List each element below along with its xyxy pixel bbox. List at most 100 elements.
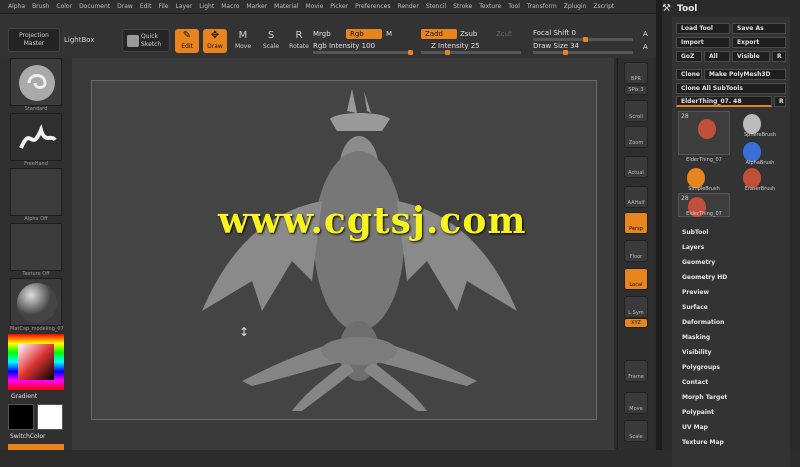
menu-item[interactable]: Layer [176, 3, 193, 10]
menu-item[interactable]: Material [274, 3, 298, 10]
subtool-count: 28 [681, 195, 689, 202]
menu-item[interactable]: Marker [246, 3, 267, 10]
tool-menu-item[interactable]: Contact [682, 379, 708, 386]
subtool-icon [698, 119, 716, 139]
left-thumb-0[interactable] [10, 58, 62, 106]
tool-menu-item[interactable]: Geometry [682, 259, 715, 266]
tool-menu-item[interactable]: Texture Map [682, 439, 724, 446]
tool-thumb-0[interactable]: 28 [678, 111, 730, 155]
tool-button-3[interactable]: Export [732, 37, 786, 48]
tool-menu-item[interactable]: Preview [682, 289, 709, 296]
projection-master-button[interactable]: Projection Master [8, 28, 60, 52]
mode-button-2[interactable]: M Move [231, 29, 255, 53]
left-thumb-3[interactable] [10, 223, 62, 271]
shelf-label: L.Sym [628, 310, 644, 316]
menu-item[interactable]: Stencil [426, 3, 446, 10]
tool-menu-item[interactable]: UV Map [682, 424, 708, 431]
rgb-button[interactable]: Rgb [346, 29, 382, 39]
subtool-count: 28 [681, 113, 689, 120]
menu-item[interactable]: Macro [221, 3, 239, 10]
color-wheel-icon[interactable] [8, 334, 64, 390]
tool-menu-item[interactable]: Surface [682, 304, 708, 311]
menu-item[interactable]: Edit [140, 3, 152, 10]
rgb-intensity-slider[interactable]: Rgb Intensity 100 [313, 42, 375, 50]
menu-item[interactable]: Preferences [355, 3, 390, 10]
quick-sketch-button[interactable]: Quick Sketch [122, 29, 170, 52]
focal-shift-slider[interactable]: Focal Shift 0 [533, 29, 576, 37]
gradient-label[interactable]: Gradient [11, 393, 37, 400]
m-button[interactable]: M [386, 30, 392, 38]
menu-item[interactable]: Document [79, 3, 110, 10]
tool-button-2[interactable]: Import [676, 37, 730, 48]
mode-label: Rotate [289, 43, 309, 50]
main-color-swatch[interactable] [8, 404, 34, 430]
left-thumb-1[interactable] [10, 113, 62, 161]
mrgb-button[interactable]: Mrgb [313, 30, 331, 38]
tool-menu-item[interactable]: Layers [682, 244, 704, 251]
menu-item[interactable]: Zplugin [564, 3, 587, 10]
menu-item[interactable]: Light [199, 3, 214, 10]
menu-item[interactable]: Tool [508, 3, 520, 10]
z-intensity-track[interactable] [421, 50, 521, 55]
document-frame[interactable] [91, 80, 597, 420]
mode-button-3[interactable]: S Scale [259, 29, 283, 53]
secondary-color-swatch[interactable] [37, 404, 63, 430]
mode-button-1[interactable]: ✥ Draw [203, 29, 227, 53]
tool-button-7[interactable]: R [772, 51, 786, 62]
clone-button[interactable]: Clone [676, 69, 702, 80]
tool-button-5[interactable]: All [704, 51, 730, 62]
clone-all-subtools-button[interactable]: Clone All SubTools [676, 83, 786, 94]
menu-item[interactable]: Brush [32, 3, 49, 10]
tool-menu-item[interactable]: Morph Target [682, 394, 727, 401]
creature-model[interactable] [92, 81, 598, 421]
tool-menu-item[interactable]: Masking [682, 334, 710, 341]
tool-thumb-label: EraserBrush [744, 186, 776, 192]
menu-item[interactable]: Picker [330, 3, 348, 10]
left-thumb-2[interactable] [10, 168, 62, 216]
menu-item[interactable]: Zscript [593, 3, 614, 10]
menu-item[interactable]: File [158, 3, 168, 10]
menu-item[interactable]: Render [397, 3, 418, 10]
draw-size-track[interactable] [533, 50, 633, 55]
tool-thumb-label: ElderThing_07 [686, 157, 722, 163]
shelf-label: Frame [628, 374, 644, 380]
tool-button-1[interactable]: Save As [732, 23, 786, 34]
left-thumb-4[interactable] [10, 278, 62, 326]
menu-item[interactable]: Movie [306, 3, 324, 10]
tool-menu-item[interactable]: Polypaint [682, 409, 714, 416]
tool-menu-item[interactable]: SubTool [682, 229, 708, 236]
tool-menu-item[interactable]: Geometry HD [682, 274, 727, 281]
zcut-button[interactable]: Zcut [496, 30, 512, 38]
zadd-button[interactable]: Zadd [421, 29, 457, 39]
tool-menu-item[interactable]: Polygroups [682, 364, 720, 371]
mode-icon: M [238, 30, 248, 41]
menu-item[interactable]: Color [56, 3, 72, 10]
tool-button-4[interactable]: GoZ [676, 51, 702, 62]
mode-button-0[interactable]: ✎ Edit [175, 29, 199, 53]
color-picker[interactable] [8, 334, 64, 390]
tool-button-0[interactable]: Load Tool [676, 23, 730, 34]
z-intensity-slider[interactable]: Z Intensity 25 [431, 42, 480, 50]
tool-menu-item[interactable]: Visibility [682, 349, 711, 356]
menu-item[interactable]: Alpha [8, 3, 25, 10]
make-polymesh-button[interactable]: Make PolyMesh3D [704, 69, 786, 80]
switch-color-button[interactable]: SwitchColor [10, 433, 46, 440]
menu-item[interactable]: Texture [479, 3, 501, 10]
menu-item[interactable]: Stroke [453, 3, 472, 10]
draw-size-slider[interactable]: Draw Size 34 [533, 42, 579, 50]
tool-menu-item[interactable]: Deformation [682, 319, 724, 326]
tool-button-6[interactable]: Visible [732, 51, 770, 62]
alternate-button[interactable] [8, 444, 64, 450]
menu-item[interactable]: Transform [527, 3, 557, 10]
shelf-label: Move [629, 406, 643, 412]
menu-item[interactable]: Draw [117, 3, 133, 10]
current-tool-r-button[interactable]: R [774, 96, 786, 107]
zsub-button[interactable]: Zsub [460, 30, 477, 38]
mode-button-4[interactable]: R Rotate [287, 29, 311, 53]
lightbox-button[interactable]: LightBox [64, 36, 94, 44]
current-tool-slider[interactable]: ElderThing_07. 48 [676, 96, 772, 107]
a-button-1[interactable]: A [643, 30, 648, 38]
rgb-intensity-track[interactable] [313, 50, 413, 55]
focal-shift-track[interactable] [533, 37, 633, 42]
a-button-2[interactable]: A [643, 43, 648, 51]
